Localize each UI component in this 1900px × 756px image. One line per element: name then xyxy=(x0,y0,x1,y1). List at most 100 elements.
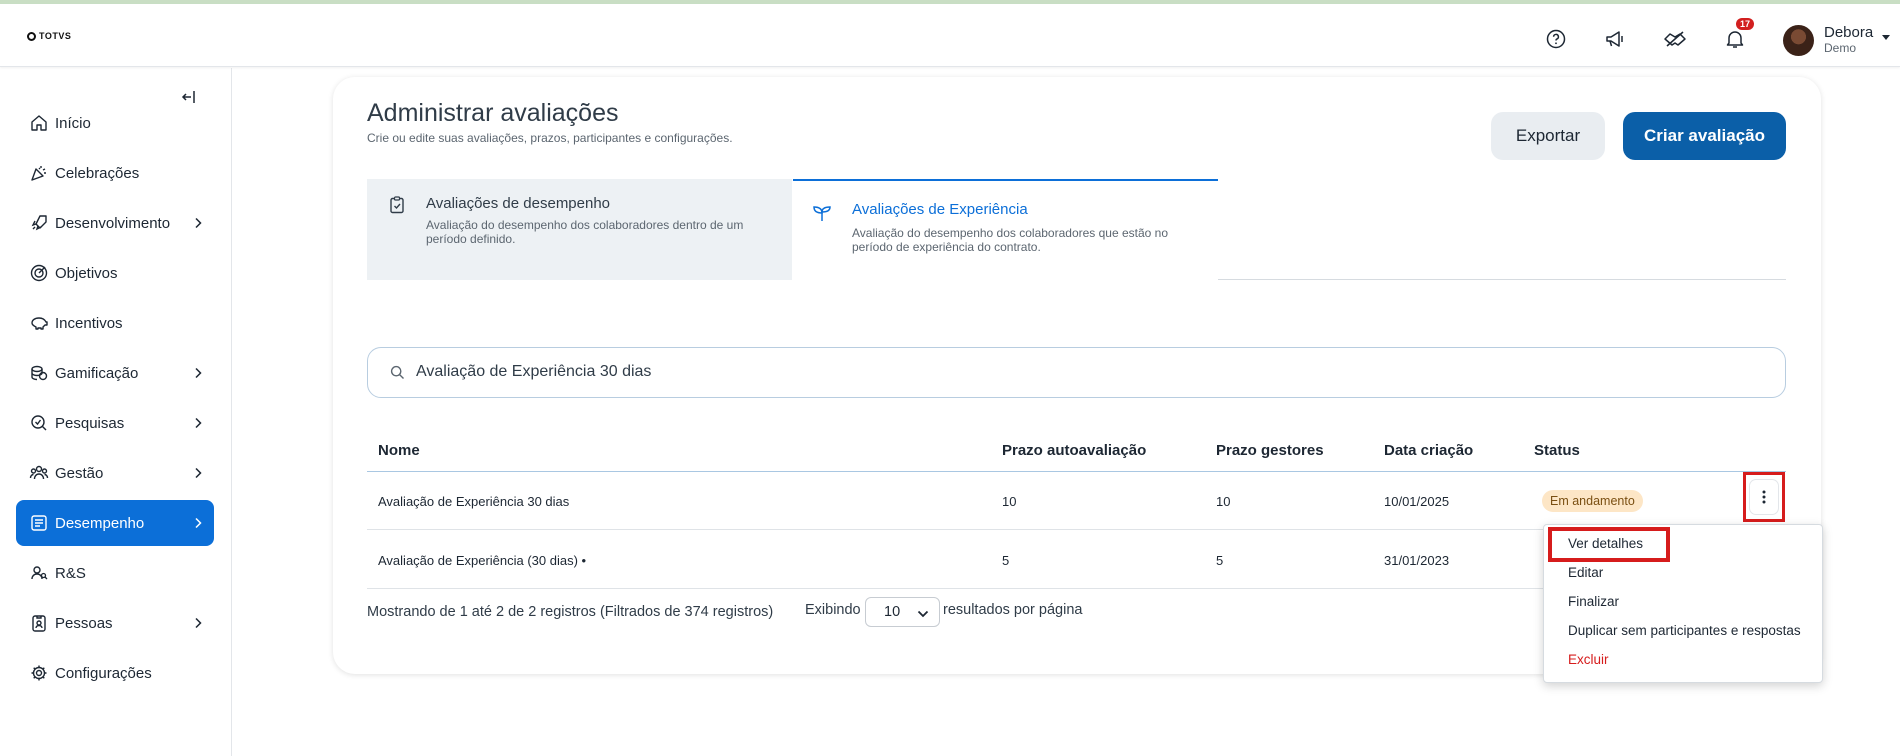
user-menu-caret-icon[interactable] xyxy=(1882,35,1890,40)
sidebar-item-label: Incentivos xyxy=(55,314,123,332)
column-header-name[interactable]: Nome xyxy=(378,442,420,459)
rocket-icon xyxy=(29,213,49,233)
team-icon xyxy=(29,463,49,483)
sidebar-item-8[interactable]: Gestão xyxy=(16,450,214,496)
menu-item-edit[interactable]: Editar xyxy=(1568,565,1603,580)
menu-item-delete[interactable]: Excluir xyxy=(1568,652,1609,667)
chevron-right-icon xyxy=(194,516,202,533)
top-bar: TOTVS 17 Debora Demo xyxy=(0,4,1900,67)
sidebar-item-label: Gamificação xyxy=(55,364,139,382)
menu-item-duplicate[interactable]: Duplicar sem participantes e respostas xyxy=(1568,623,1801,638)
column-header-self-deadline[interactable]: Prazo autoavaliação xyxy=(1002,442,1146,459)
totvs-logo[interactable]: TOTVS xyxy=(27,31,71,41)
column-header-created[interactable]: Data criação xyxy=(1384,442,1473,459)
sidebar-item-label: Gestão xyxy=(55,464,104,482)
logo-text: TOTVS xyxy=(39,31,72,41)
handshake-icon[interactable] xyxy=(1662,26,1688,52)
coins-icon xyxy=(29,363,49,383)
sidebar-item-label: Pessoas xyxy=(55,614,113,632)
search-value[interactable]: Avaliação de Experiência 30 dias xyxy=(416,363,651,381)
tab-experience-evaluations[interactable]: Avaliações de Experiência Avaliação do d… xyxy=(793,179,1218,280)
party-icon xyxy=(29,163,49,183)
piggy-bank-icon xyxy=(29,313,49,333)
sidebar-item-7[interactable]: Pesquisas xyxy=(16,400,214,446)
sidebar-item-10[interactable]: R&S xyxy=(16,550,214,596)
pagination-summary: Mostrando de 1 até 2 de 2 registros (Fil… xyxy=(367,604,774,620)
cell-manager-deadline: 10 xyxy=(1216,494,1231,509)
row-context-menu: Ver detalhes Editar Finalizar Duplicar s… xyxy=(1543,524,1823,683)
sidebar-item-label: Celebrações xyxy=(55,164,140,182)
avatar[interactable] xyxy=(1783,25,1814,56)
sidebar-item-12[interactable]: Configurações xyxy=(16,650,214,696)
clipboard-icon xyxy=(387,195,407,215)
tab-description: Avaliação do desempenho dos colaboradore… xyxy=(426,218,744,246)
sidebar-item-3[interactable]: Desenvolvimento xyxy=(16,200,214,246)
sidebar-item-label: Pesquisas xyxy=(55,414,125,432)
sidebar-item-1[interactable]: Início xyxy=(16,100,214,146)
sidebar-item-6[interactable]: Gamificação xyxy=(16,350,214,396)
survey-icon xyxy=(29,413,49,433)
column-header-manager-deadline[interactable]: Prazo gestores xyxy=(1216,442,1324,459)
chevron-right-icon xyxy=(194,366,202,383)
sidebar-item-label: R&S xyxy=(55,564,86,582)
row-actions-highlight xyxy=(1743,472,1785,522)
cell-name: Avaliação de Experiência 30 dias xyxy=(378,494,570,509)
sidebar-item-label: Configurações xyxy=(55,664,152,682)
chevron-down-icon xyxy=(917,607,929,623)
notification-badge: 17 xyxy=(1735,18,1754,30)
gear-icon xyxy=(29,663,49,683)
page-subtitle: Crie ou edite suas avaliações, prazos, p… xyxy=(367,131,733,145)
tab-underline xyxy=(1218,279,1786,280)
sprout-icon xyxy=(811,203,831,223)
sidebar-item-2[interactable]: Celebrações xyxy=(16,150,214,196)
tab-title: Avaliações de desempenho xyxy=(426,195,611,212)
chevron-right-icon xyxy=(194,416,202,433)
tab-title: Avaliações de Experiência xyxy=(852,201,1028,218)
tab-performance-evaluations[interactable]: Avaliações de desempenho Avaliação do de… xyxy=(367,179,792,280)
cell-name: Avaliação de Experiência (30 dias) • xyxy=(378,553,587,568)
cell-self-deadline: 10 xyxy=(1002,494,1017,509)
recruiting-icon xyxy=(29,563,49,583)
sidebar-item-11[interactable]: Pessoas xyxy=(16,600,214,646)
search-input[interactable]: Avaliação de Experiência 30 dias xyxy=(367,347,1786,398)
megaphone-icon[interactable] xyxy=(1602,26,1628,52)
menu-item-view-details[interactable]: Ver detalhes xyxy=(1568,536,1643,551)
help-icon[interactable] xyxy=(1543,26,1569,52)
status-badge: Em andamento xyxy=(1542,490,1643,512)
user-name[interactable]: Debora xyxy=(1824,24,1873,41)
page-size-label: Exibindo xyxy=(805,602,861,618)
chevron-right-icon xyxy=(194,616,202,633)
sidebar-item-label: Objetivos xyxy=(55,264,118,282)
cell-created: 31/01/2023 xyxy=(1384,553,1450,568)
cell-self-deadline: 5 xyxy=(1002,553,1010,568)
tab-description: Avaliação do desempenho dos colaboradore… xyxy=(852,226,1169,254)
column-header-status[interactable]: Status xyxy=(1534,442,1580,459)
sidebar-item-label: Início xyxy=(55,114,91,132)
page-title: Administrar avaliações xyxy=(367,99,619,127)
cell-created: 10/01/2025 xyxy=(1384,494,1450,509)
sidebar-item-5[interactable]: Incentivos xyxy=(16,300,214,346)
sidebar: Início Celebrações Desenvolvimento Objetivo… xyxy=(0,68,232,756)
sidebar-item-4[interactable]: Objetivos xyxy=(16,250,214,296)
target-icon xyxy=(29,263,49,283)
export-button[interactable]: Exportar xyxy=(1491,112,1605,160)
more-actions-button[interactable] xyxy=(1750,480,1778,514)
create-evaluation-button[interactable]: Criar avaliação xyxy=(1623,112,1786,160)
chevron-right-icon xyxy=(194,466,202,483)
sidebar-item-9[interactable]: Desempenho xyxy=(16,500,214,546)
performance-icon xyxy=(29,513,49,533)
home-icon xyxy=(29,113,49,133)
badge-icon xyxy=(29,613,49,633)
bell-icon[interactable]: 17 xyxy=(1722,18,1754,52)
logo-ring-icon xyxy=(27,31,36,41)
menu-item-finalize[interactable]: Finalizar xyxy=(1568,594,1619,609)
page-size-select[interactable]: 10 xyxy=(865,597,940,627)
cell-manager-deadline: 5 xyxy=(1216,553,1224,568)
chevron-right-icon xyxy=(194,216,202,233)
per-page-label: resultados por página xyxy=(943,602,1083,618)
kebab-icon xyxy=(1762,490,1766,504)
page-size-value: 10 xyxy=(884,604,901,620)
sidebar-item-label: Desenvolvimento xyxy=(55,214,171,232)
sidebar-item-label: Desempenho xyxy=(55,514,145,532)
user-subtitle: Demo xyxy=(1824,41,1857,55)
